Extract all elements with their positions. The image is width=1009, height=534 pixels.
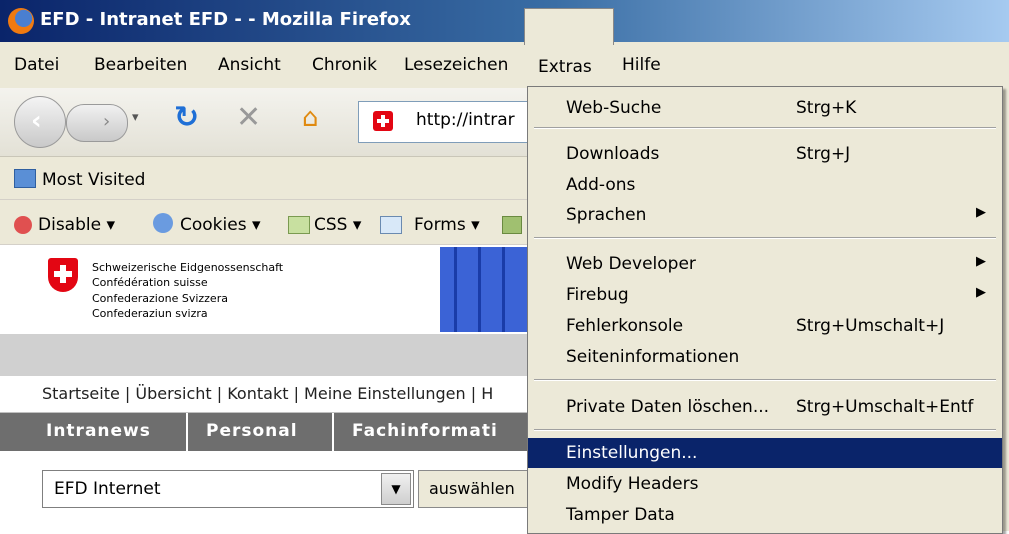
menu-item-label: Web Developer	[566, 254, 696, 274]
menu-item-shortcut: Strg+J	[796, 144, 851, 164]
menu-item-einstellungen[interactable]: Einstellungen...	[528, 438, 1002, 468]
menu-item-shortcut: Strg+Umschalt+Entf	[796, 397, 974, 417]
header-gray-band	[0, 334, 530, 376]
menu-separator	[534, 429, 996, 431]
reload-icon[interactable]: ↻	[174, 100, 199, 135]
menu-item-label: Sprachen	[566, 205, 647, 225]
forms-menu[interactable]: Forms ▾	[414, 215, 480, 235]
cookies-menu[interactable]: Cookies ▾	[180, 215, 261, 235]
menu-item-fehlerkonsole[interactable]: Fehlerkonsole Strg+Umschalt+J	[528, 311, 1002, 341]
menu-bearbeiten[interactable]: Bearbeiten	[94, 55, 187, 75]
menu-item-downloads[interactable]: Downloads Strg+J	[528, 139, 1002, 169]
extras-menu-open-highlight	[524, 8, 614, 45]
forward-arrow-icon: ›	[103, 111, 111, 132]
menu-item-label: Tamper Data	[566, 505, 675, 525]
menu-datei[interactable]: Datei	[14, 55, 59, 75]
window-right-edge	[1002, 88, 1009, 531]
submenu-arrow-icon: ▶	[976, 205, 986, 220]
forms-icon	[380, 216, 402, 234]
menu-lesezeichen[interactable]: Lesezeichen	[404, 55, 508, 75]
menu-item-tamper-data[interactable]: Tamper Data	[528, 500, 1002, 530]
menu-item-web-developer[interactable]: Web Developer ▶	[528, 249, 1002, 279]
home-icon[interactable]: ⌂	[302, 103, 319, 133]
confederation-line-de: Schweizerische Eidgenossenschaft	[92, 261, 284, 274]
confederation-line-rm: Confederaziun svizra	[92, 307, 208, 320]
back-arrow-icon: ‹	[31, 106, 42, 136]
disable-icon	[14, 216, 32, 234]
css-menu[interactable]: CSS ▾	[314, 215, 361, 235]
menu-item-label: Add-ons	[566, 175, 636, 195]
back-button[interactable]: ‹	[14, 96, 66, 148]
disable-menu[interactable]: Disable ▾	[38, 215, 115, 235]
cookies-icon	[153, 213, 173, 233]
confederation-line-it: Confederazione Svizzera	[92, 292, 228, 305]
folder-icon	[14, 169, 36, 188]
css-icon	[288, 216, 310, 234]
menu-item-sprachen[interactable]: Sprachen ▶	[528, 200, 1002, 230]
swiss-coat-of-arms-icon	[48, 258, 78, 292]
extras-dropdown-menu: Web-Suche Strg+K Downloads Strg+J Add-on…	[527, 86, 1003, 534]
menu-extras[interactable]: Extras	[538, 57, 592, 77]
menu-item-add-ons[interactable]: Add-ons	[528, 170, 1002, 200]
menu-separator	[534, 127, 996, 129]
menu-item-shortcut: Strg+Umschalt+J	[796, 316, 945, 336]
select-button-label: auswählen	[429, 479, 515, 498]
tab-separator	[186, 413, 188, 451]
menu-item-modify-headers[interactable]: Modify Headers	[528, 469, 1002, 499]
forward-button[interactable]: ›	[66, 104, 128, 142]
menu-item-label: Fehlerkonsole	[566, 316, 684, 336]
menu-separator	[534, 237, 996, 239]
submenu-arrow-icon: ▶	[976, 254, 986, 269]
confederation-line-fr: Confédération suisse	[92, 276, 208, 289]
tab-separator	[332, 413, 334, 451]
menu-item-label: Downloads	[566, 144, 660, 164]
site-favicon-icon	[373, 111, 393, 131]
menu-chronik[interactable]: Chronik	[312, 55, 377, 75]
tab-intranews[interactable]: Intranews	[46, 421, 151, 441]
select-button[interactable]: auswählen	[418, 470, 532, 508]
menu-item-label: Seiteninformationen	[566, 347, 740, 367]
firefox-logo-icon	[8, 8, 34, 34]
header-banner	[440, 247, 530, 332]
stop-icon[interactable]: ✕	[236, 100, 261, 135]
title-bar: EFD - Intranet EFD - - Mozilla Firefox	[0, 0, 1009, 42]
menu-separator	[534, 379, 996, 381]
menu-ansicht[interactable]: Ansicht	[218, 55, 281, 75]
menu-hilfe[interactable]: Hilfe	[622, 55, 661, 75]
menu-item-web-suche[interactable]: Web-Suche Strg+K	[528, 93, 1002, 123]
history-dropdown-icon[interactable]: ▾	[132, 110, 139, 125]
site-select-value: EFD Internet	[54, 479, 161, 499]
window-title: EFD - Intranet EFD - - Mozilla Firefox	[40, 9, 411, 30]
most-visited-bookmark[interactable]: Most Visited	[42, 170, 145, 190]
menu-item-label: Firebug	[566, 285, 629, 305]
menu-item-label: Einstellungen...	[566, 443, 698, 463]
submenu-arrow-icon: ▶	[976, 285, 986, 300]
menu-item-seiteninformationen[interactable]: Seiteninformationen	[528, 342, 1002, 372]
menu-item-shortcut: Strg+K	[796, 98, 857, 118]
menu-item-label: Web-Suche	[566, 98, 662, 118]
menu-item-label: Modify Headers	[566, 474, 699, 494]
menu-item-firebug[interactable]: Firebug ▶	[528, 280, 1002, 310]
menu-item-label: Private Daten löschen...	[566, 397, 770, 417]
url-text[interactable]: http://intrar	[416, 110, 515, 130]
tab-fachinformationen[interactable]: Fachinformati	[352, 421, 498, 441]
service-navigation[interactable]: Startseite | Übersicht | Kontakt | Meine…	[42, 384, 493, 403]
tab-personal[interactable]: Personal	[206, 421, 298, 441]
select-dropdown-icon[interactable]: ▼	[381, 473, 411, 505]
images-icon	[502, 216, 522, 234]
menu-item-private-daten-loeschen[interactable]: Private Daten löschen... Strg+Umschalt+E…	[528, 392, 1002, 422]
